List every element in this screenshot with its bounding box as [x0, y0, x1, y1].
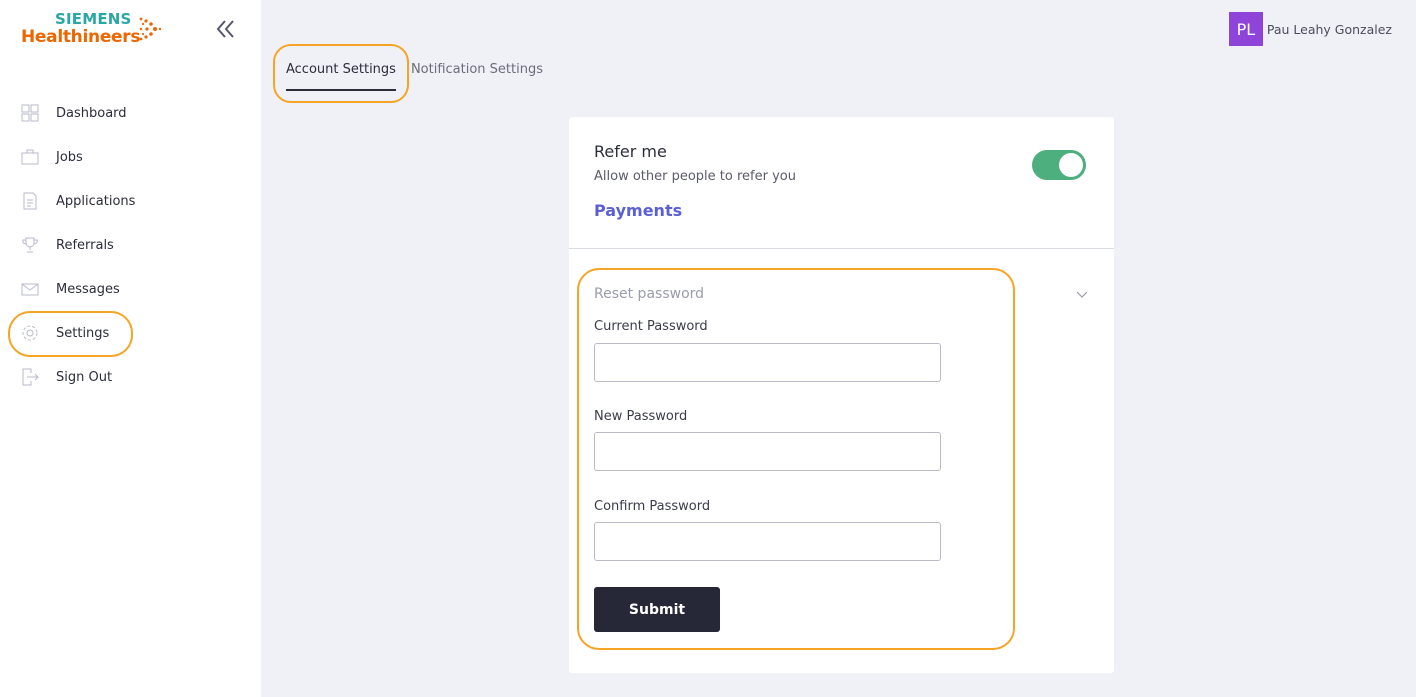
- chevron-down-icon[interactable]: [1075, 289, 1089, 299]
- avatar: PL: [1228, 12, 1263, 46]
- sidebar-item-applications[interactable]: Applications: [0, 179, 261, 223]
- sidebar-item-referrals[interactable]: Referrals: [0, 223, 261, 267]
- logo-dots-icon: [139, 17, 162, 41]
- new-password-field[interactable]: [594, 432, 941, 471]
- refer-me-description: Allow other people to refer you: [594, 169, 796, 184]
- sidebar-item-jobs[interactable]: Jobs: [0, 135, 261, 179]
- refer-me-toggle[interactable]: [1032, 150, 1086, 180]
- sidebar: SIEMENS Healthineers Dashboard Jobs Appl…: [0, 0, 261, 697]
- dashboard-icon: [21, 104, 39, 122]
- confirm-password-field[interactable]: [594, 522, 941, 561]
- user-name: Pau Leahy Gonzalez: [1266, 21, 1392, 37]
- payments-link[interactable]: Payments: [594, 201, 682, 220]
- sidebar-item-label: Jobs: [56, 149, 83, 165]
- collapse-sidebar-button[interactable]: [213, 18, 237, 40]
- new-password-label: New Password: [594, 409, 688, 424]
- briefcase-icon: [21, 149, 39, 165]
- sidebar-item-label: Sign Out: [56, 369, 113, 385]
- current-password-label: Current Password: [594, 319, 708, 334]
- user-menu[interactable]: PL Pau Leahy Gonzalez: [1228, 12, 1392, 46]
- confirm-password-label: Confirm Password: [594, 499, 711, 514]
- toggle-knob: [1059, 153, 1083, 177]
- sidebar-nav: Dashboard Jobs Applications Referrals Me…: [0, 91, 261, 399]
- divider: [569, 248, 1114, 249]
- double-chevron-left-icon: [216, 20, 234, 38]
- sidebar-item-label: Referrals: [56, 237, 114, 253]
- logo-text-siemens: SIEMENS: [55, 10, 132, 28]
- logo-text-healthineers: Healthineers: [21, 27, 141, 47]
- reset-password-header[interactable]: Reset password: [594, 286, 704, 302]
- sidebar-item-settings[interactable]: Settings: [0, 311, 261, 355]
- sidebar-item-messages[interactable]: Messages: [0, 267, 261, 311]
- sidebar-item-label: Settings: [56, 325, 110, 341]
- document-icon: [23, 192, 37, 210]
- sidebar-item-label: Applications: [56, 193, 136, 209]
- tab-notification-settings[interactable]: Notification Settings: [411, 62, 543, 91]
- siemens-healthineers-logo[interactable]: SIEMENS Healthineers: [21, 10, 171, 50]
- settings-card: Refer me Allow other people to refer you…: [569, 117, 1114, 673]
- gear-icon: [22, 325, 38, 341]
- trophy-icon: [22, 237, 38, 253]
- sidebar-item-dashboard[interactable]: Dashboard: [0, 91, 261, 135]
- main-content: PL Pau Leahy Gonzalez Account Settings N…: [261, 0, 1416, 697]
- settings-tabs: Account Settings Notification Settings: [286, 62, 543, 91]
- sign-out-icon: [22, 368, 39, 386]
- sidebar-item-sign-out[interactable]: Sign Out: [0, 355, 261, 399]
- envelope-icon: [21, 283, 39, 296]
- current-password-field[interactable]: [594, 343, 941, 382]
- submit-button[interactable]: Submit: [594, 587, 720, 632]
- refer-me-title: Refer me: [594, 142, 667, 161]
- sidebar-item-label: Messages: [56, 281, 120, 297]
- tab-account-settings[interactable]: Account Settings: [286, 62, 396, 91]
- sidebar-item-label: Dashboard: [56, 105, 127, 121]
